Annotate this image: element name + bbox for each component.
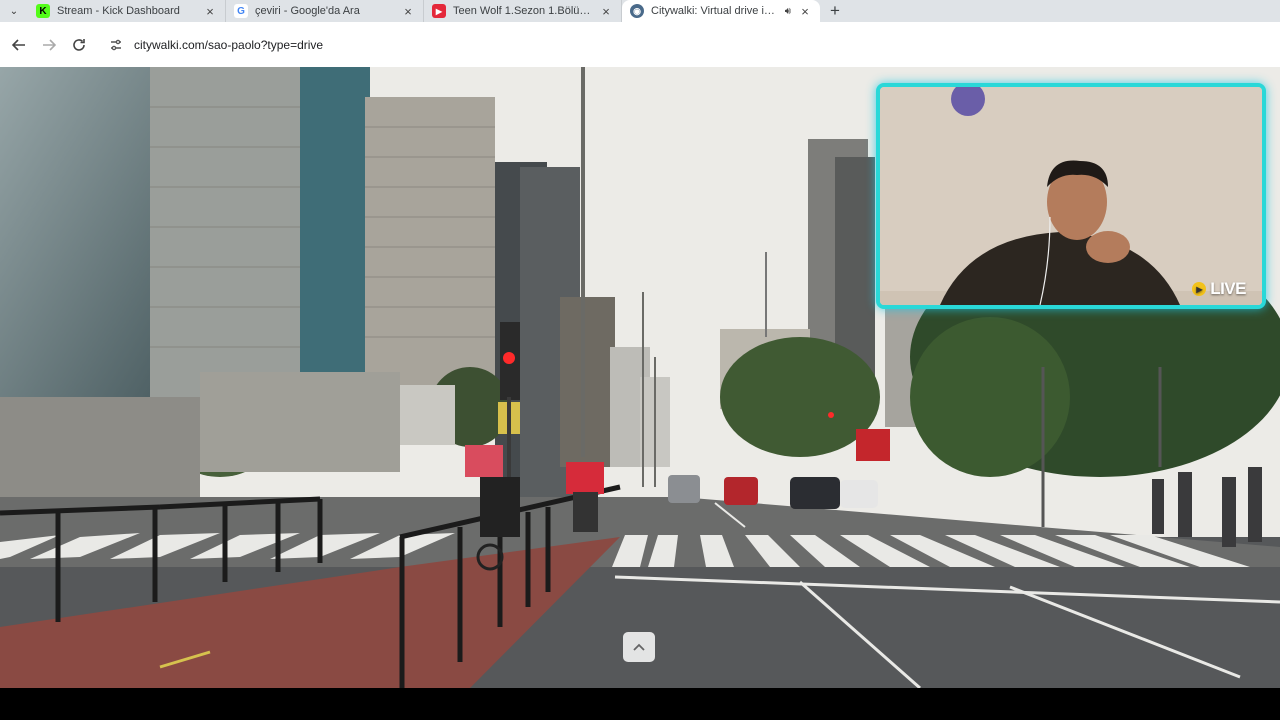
webcam-overlay: ▶ LIVE (876, 83, 1266, 309)
close-icon[interactable]: × (401, 4, 415, 19)
citywalki-icon: ◉ (630, 4, 644, 18)
streamer-webcam-image (880, 87, 1262, 305)
tab-title: Citywalki: Virtual drive in Sa (651, 5, 778, 17)
google-icon: G (234, 4, 248, 18)
tab-title: çeviri - Google'da Ara (255, 5, 360, 17)
close-icon[interactable]: × (203, 4, 217, 19)
street-view-video[interactable]: ▶ LIVE (0, 67, 1280, 688)
site-settings-icon[interactable] (108, 37, 124, 53)
live-badge: ▶ LIVE (1192, 279, 1246, 299)
bottom-black-bar (0, 688, 1280, 720)
address-bar[interactable]: citywalki.com/sao-paolo?type=drive (98, 30, 878, 60)
tab-teen-wolf[interactable]: ▶ Teen Wolf 1.Sezon 1.Bölüm Türk × (424, 0, 622, 22)
browser-toolbar: citywalki.com/sao-paolo?type=drive (0, 22, 1280, 68)
tab-title: Teen Wolf 1.Sezon 1.Bölüm Türk (453, 5, 592, 17)
url-text[interactable]: citywalki.com/sao-paolo?type=drive (134, 38, 323, 52)
back-arrow-icon[interactable] (4, 30, 34, 60)
reload-icon[interactable] (64, 30, 94, 60)
play-icon: ▶ (1192, 282, 1207, 296)
forward-arrow-icon[interactable] (34, 30, 64, 60)
kick-icon: K (36, 4, 50, 18)
tab-google-search[interactable]: G çeviri - Google'da Ara × (226, 0, 424, 22)
tab-kick-dashboard[interactable]: K Stream - Kick Dashboard × (28, 0, 226, 22)
tab-bar: ⌄ K Stream - Kick Dashboard × G çeviri -… (0, 0, 1280, 22)
tab-list-chevron-icon[interactable]: ⌄ (0, 0, 28, 22)
live-label: LIVE (1210, 279, 1246, 298)
new-tab-button[interactable]: + (820, 0, 850, 22)
chevron-up-icon[interactable] (623, 632, 655, 662)
video-site-icon: ▶ (432, 4, 446, 18)
close-icon[interactable]: × (798, 4, 812, 19)
tab-title: Stream - Kick Dashboard (57, 5, 180, 17)
close-icon[interactable]: × (599, 4, 613, 19)
tab-citywalki[interactable]: ◉ Citywalki: Virtual drive in Sa 🔊︎ × (622, 0, 820, 22)
speaker-icon[interactable]: 🔊︎ (785, 6, 791, 17)
